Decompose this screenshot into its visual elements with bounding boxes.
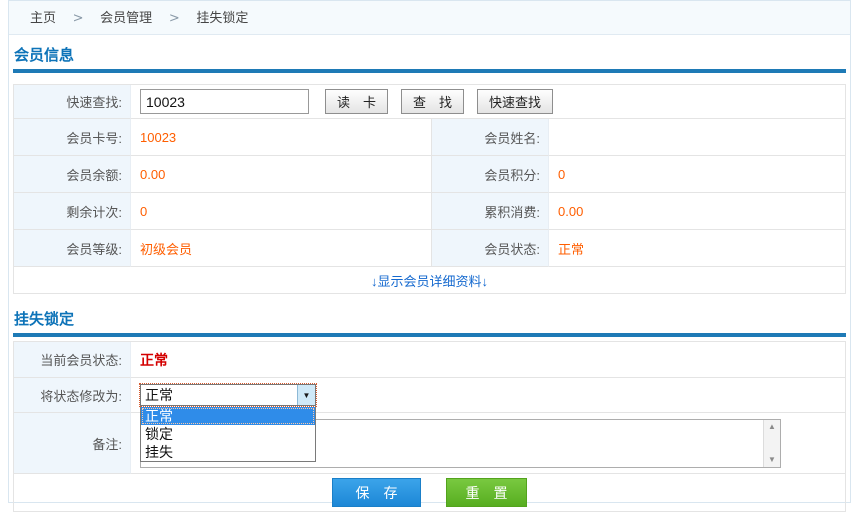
member-info-table: 快速查找: 读 卡 查 找 快速查找 会员卡号: 10023 会员姓名: 会员余… (13, 84, 846, 294)
member-status-value: 正常 (549, 230, 845, 267)
card-number-label: 会员卡号: (14, 119, 131, 156)
member-level-value: 初级会员 (131, 230, 431, 267)
total-consumption-value: 0.00 (549, 193, 845, 230)
status-option-lost[interactable]: 挂失 (141, 443, 315, 461)
member-info-title-bar (13, 69, 846, 73)
show-member-details-link[interactable]: ↓显示会员详细资料↓ (371, 271, 488, 290)
card-number-value: 10023 (131, 119, 431, 156)
reset-button[interactable]: 重 置 (446, 478, 527, 507)
change-status-label: 将状态修改为: (14, 378, 131, 413)
points-value: 0 (549, 156, 845, 193)
action-button-row: 保 存 重 置 (14, 474, 845, 511)
balance-label: 会员余额: (14, 156, 131, 193)
details-link-row: ↓显示会员详细资料↓ (14, 267, 845, 293)
status-select-box[interactable]: 正常 ▼ (140, 384, 316, 406)
breadcrumb-loss-lock: 挂失锁定 (196, 10, 248, 25)
main-panel: 主页 > 会员管理 > 挂失锁定 会员信息 快速查找: 读 卡 查 找 快速查找… (8, 0, 851, 503)
member-level-label: 会员等级: (14, 230, 131, 267)
remaining-count-value: 0 (131, 193, 431, 230)
remaining-count-label: 剩余计次: (14, 193, 131, 230)
save-button[interactable]: 保 存 (332, 478, 421, 507)
read-card-button[interactable]: 读 卡 (325, 89, 388, 114)
member-info-title: 会员信息 (14, 44, 846, 65)
loss-lock-title: 挂失锁定 (14, 308, 846, 329)
breadcrumb: 主页 > 会员管理 > 挂失锁定 (9, 1, 850, 35)
scroll-down-icon[interactable]: ▼ (768, 455, 776, 465)
status-option-normal[interactable]: 正常 (141, 407, 315, 425)
current-status-value: 正常 (140, 350, 168, 370)
member-name-label: 会员姓名: (431, 119, 549, 156)
status-select[interactable]: 正常 ▼ 正常 锁定 挂失 (140, 384, 316, 406)
quick-search-label: 快速查找: (14, 85, 131, 119)
quick-find-button[interactable]: 快速查找 (477, 89, 553, 114)
breadcrumb-home[interactable]: 主页 (30, 10, 56, 25)
points-label: 会员积分: (431, 156, 549, 193)
status-select-value: 正常 (141, 385, 297, 405)
quick-search-row: 读 卡 查 找 快速查找 (131, 85, 845, 119)
loss-lock-title-bar (13, 333, 846, 337)
breadcrumb-separator: > (169, 11, 180, 26)
search-button[interactable]: 查 找 (401, 89, 464, 114)
change-status-cell: 正常 ▼ 正常 锁定 挂失 (131, 378, 845, 413)
chevron-down-icon: ▼ (303, 391, 311, 400)
remark-label: 备注: (14, 413, 131, 474)
status-option-locked[interactable]: 锁定 (141, 425, 315, 443)
member-name-value (549, 119, 845, 156)
current-status-label: 当前会员状态: (14, 342, 131, 378)
remark-scrollbar[interactable]: ▲ ▼ (763, 420, 780, 467)
status-select-dropdown-list: 正常 锁定 挂失 (140, 406, 316, 462)
scroll-up-icon[interactable]: ▲ (768, 422, 776, 432)
balance-value: 0.00 (131, 156, 431, 193)
quick-search-input[interactable] (140, 89, 309, 114)
current-status-cell: 正常 (131, 342, 845, 378)
status-select-dropdown-button[interactable]: ▼ (297, 385, 315, 405)
breadcrumb-separator: > (73, 11, 84, 26)
member-status-label: 会员状态: (431, 230, 549, 267)
total-consumption-label: 累积消费: (431, 193, 549, 230)
breadcrumb-member-management[interactable]: 会员管理 (100, 10, 152, 25)
loss-lock-form: 当前会员状态: 正常 将状态修改为: 正常 ▼ 正常 锁定 (13, 341, 846, 512)
